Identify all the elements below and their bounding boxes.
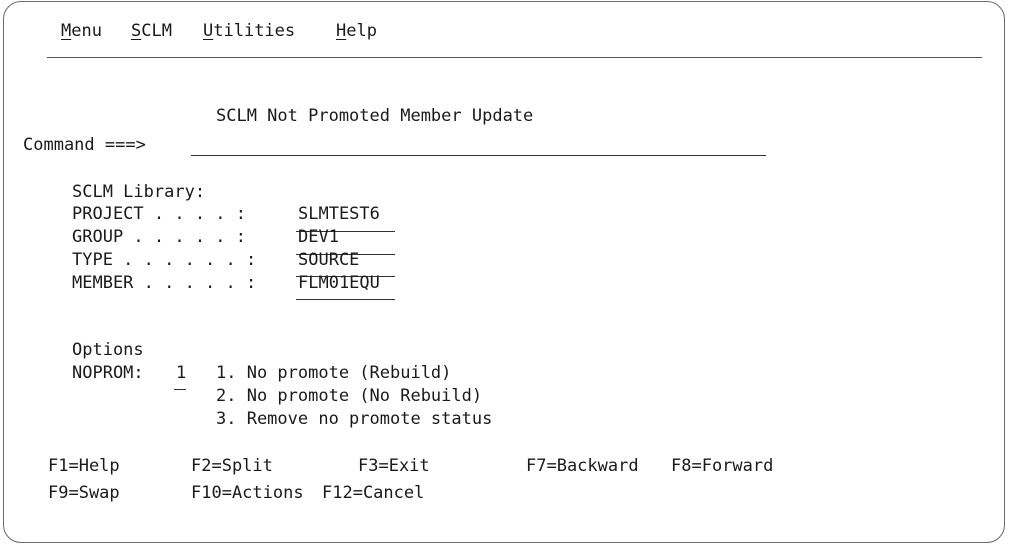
- menu-accel: M: [61, 21, 72, 41]
- library-heading: SCLM Library:: [72, 182, 206, 202]
- menu-label-rest: enu: [71, 21, 102, 41]
- menu-label-rest: elp: [346, 21, 377, 41]
- options-heading: Options: [72, 340, 144, 360]
- menu-label-rest: CLM: [141, 21, 172, 41]
- project-label: PROJECT . . . . :: [72, 204, 246, 224]
- menu-label-rest: tilities: [213, 21, 296, 41]
- menu-item-utilities[interactable]: Utilities: [203, 21, 295, 41]
- fkey-f9-swap[interactable]: F9=Swap: [48, 483, 120, 503]
- command-input[interactable]: [193, 135, 763, 155]
- option-choice-1: 1. No promote (Rebuild): [216, 363, 452, 383]
- command-input-underline: [191, 155, 766, 156]
- fkey-f12-cancel[interactable]: F12=Cancel: [322, 483, 424, 503]
- menu-item-menu[interactable]: Menu: [61, 21, 102, 41]
- menu-item-sclm[interactable]: SCLM: [131, 21, 172, 41]
- menu-accel: U: [203, 21, 214, 41]
- fkey-f10-actions[interactable]: F10=Actions: [191, 483, 304, 503]
- fkey-f3-exit[interactable]: F3=Exit: [358, 456, 430, 476]
- group-value: DEV1: [298, 227, 339, 247]
- command-label: Command ===>: [23, 135, 146, 155]
- member-value: FLM01EQU: [298, 273, 380, 293]
- member-label: MEMBER . . . . . :: [72, 273, 257, 293]
- group-label: GROUP . . . . . :: [72, 227, 246, 247]
- member-underline: [296, 299, 395, 300]
- fkey-f2-split[interactable]: F2=Split: [191, 456, 273, 476]
- panel-title: SCLM Not Promoted Member Update: [216, 106, 534, 126]
- menu-accel: S: [131, 21, 142, 41]
- fkey-f8-forward[interactable]: F8=Forward: [671, 456, 773, 476]
- fkey-f1-help[interactable]: F1=Help: [48, 456, 120, 476]
- option-choice-3: 3. Remove no promote status: [216, 409, 493, 429]
- menu-item-help[interactable]: Help: [336, 21, 377, 41]
- project-value: SLMTEST6: [298, 204, 380, 224]
- menu-divider: [47, 57, 982, 58]
- option-choice-2: 2. No promote (No Rebuild): [216, 386, 483, 406]
- menu-accel: H: [336, 21, 347, 41]
- type-value: SOURCE: [298, 250, 360, 270]
- type-label: TYPE . . . . . . :: [72, 250, 257, 270]
- fkey-f7-backward[interactable]: F7=Backward: [526, 456, 639, 476]
- noprom-label: NOPROM:: [72, 363, 144, 383]
- noprom-input-underline: [174, 389, 186, 390]
- noprom-input[interactable]: 1: [176, 363, 186, 383]
- terminal-frame: [3, 1, 1005, 543]
